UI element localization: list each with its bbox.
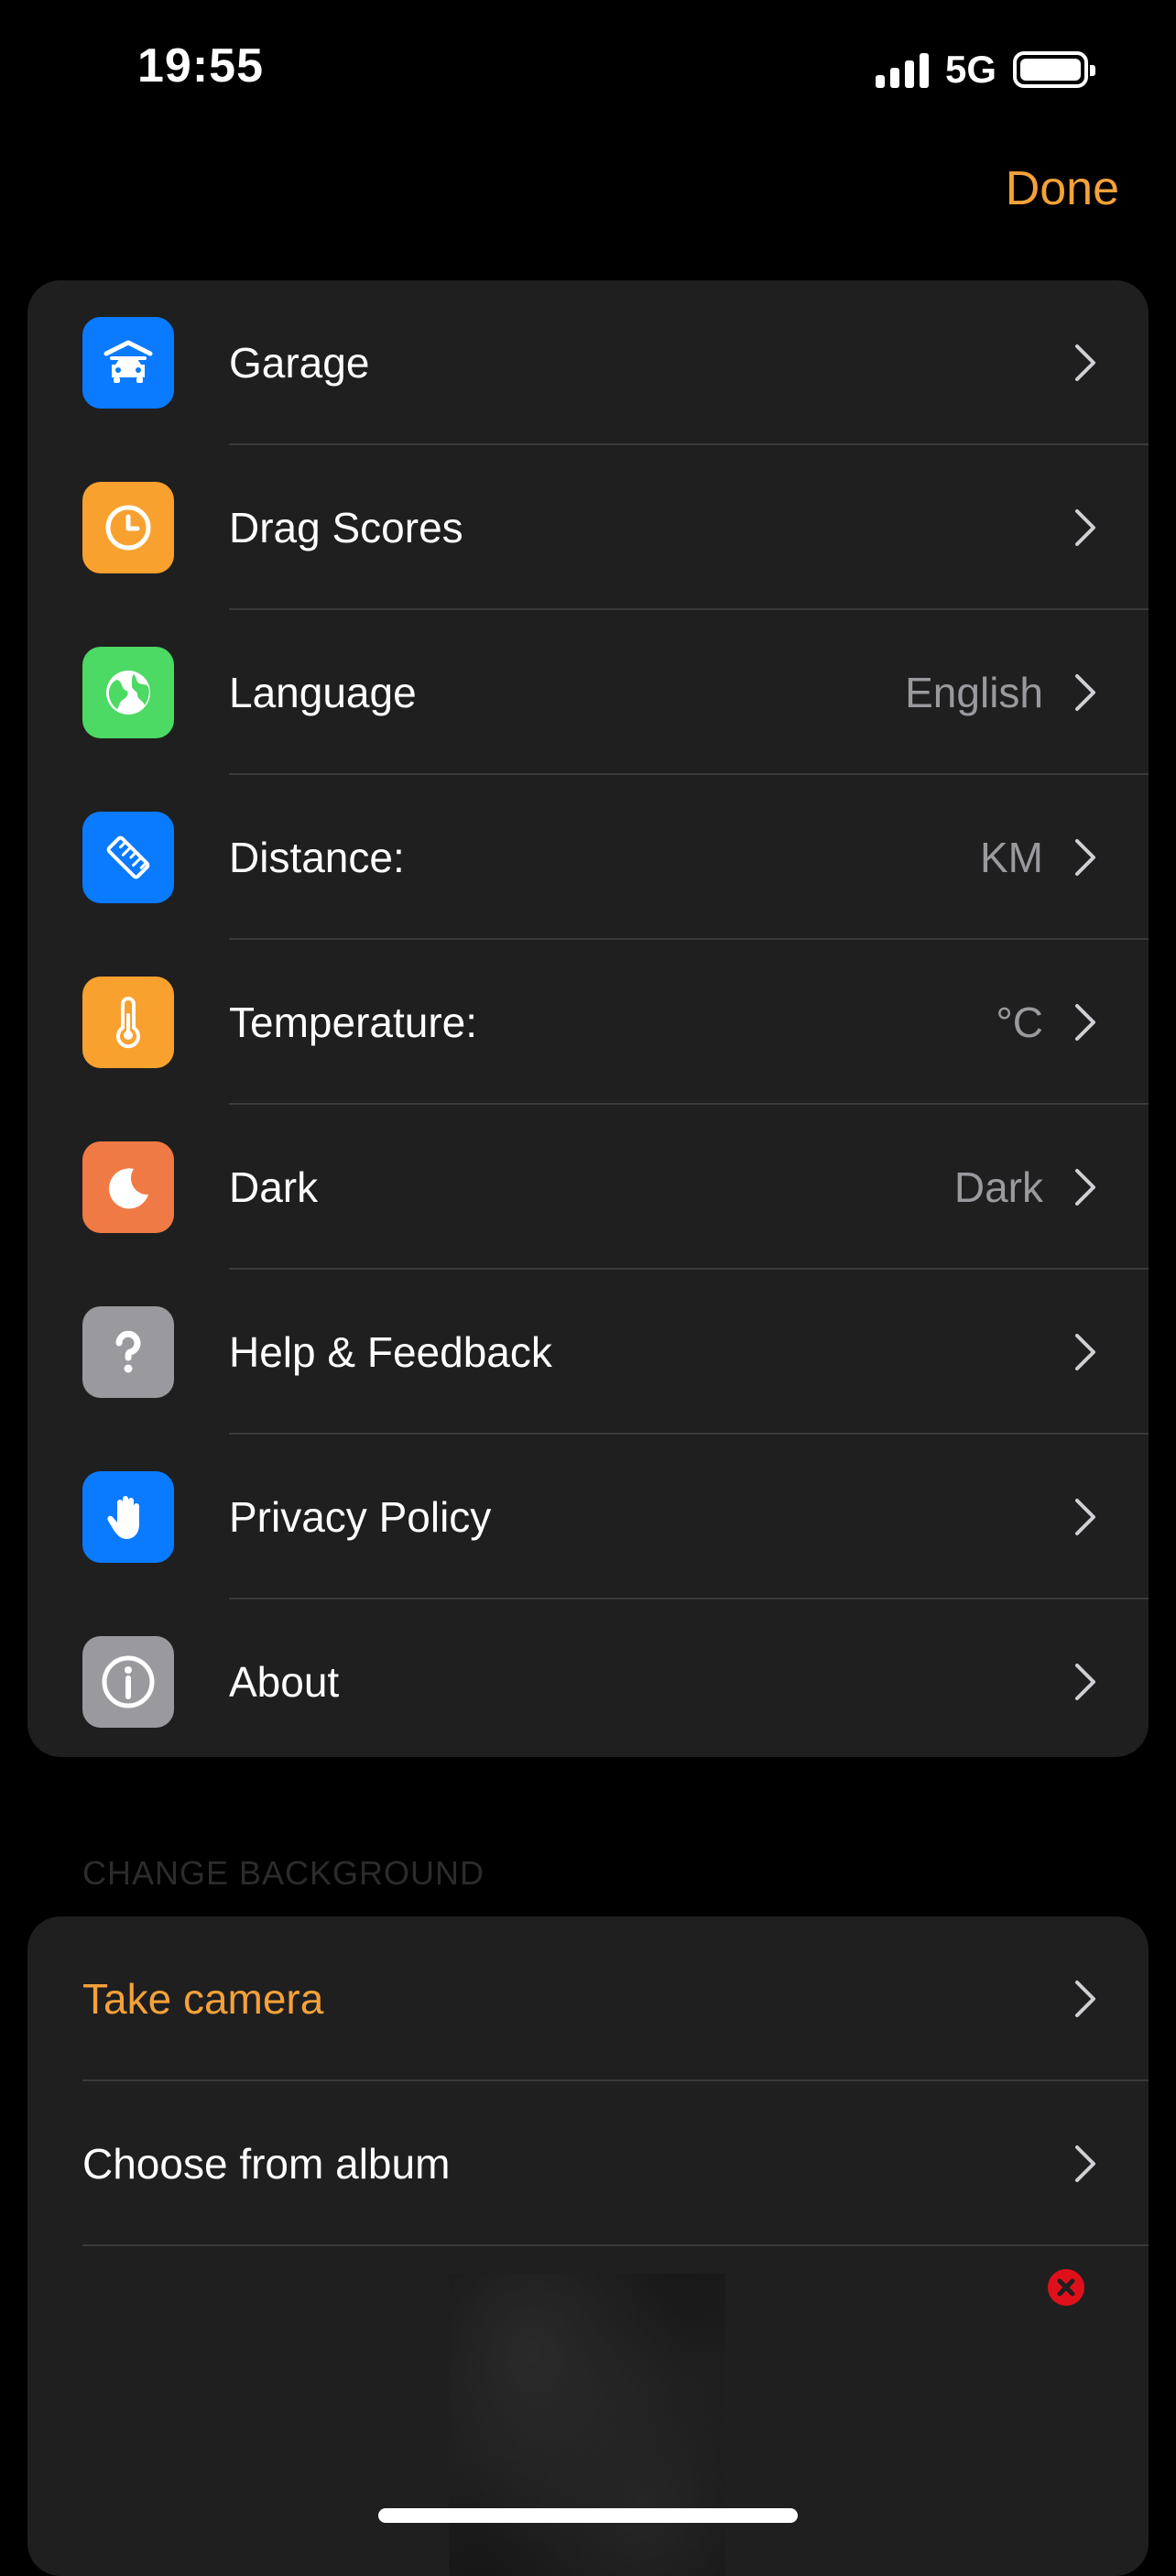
ruler-icon xyxy=(82,812,174,903)
settings-row-value: Dark xyxy=(953,1163,1043,1211)
chevron-right-icon xyxy=(1075,1169,1095,1206)
cellular-signal-icon xyxy=(875,51,929,88)
settings-row-help-feedback[interactable]: Help & Feedback xyxy=(27,1270,1149,1435)
question-icon xyxy=(82,1306,174,1398)
settings-row-value: English xyxy=(905,669,1043,716)
settings-row-temperature[interactable]: Temperature: °C xyxy=(27,940,1149,1105)
settings-list: Garage Drag Scores Language English Dist… xyxy=(27,280,1149,1757)
settings-row-label: Distance: xyxy=(229,834,405,881)
info-icon xyxy=(82,1636,174,1728)
section-header-change-background: CHANGE BACKGROUND xyxy=(82,1854,485,1892)
settings-row-label: Garage xyxy=(229,339,370,387)
settings-row-label: Language xyxy=(229,669,417,716)
car-garage-icon xyxy=(82,317,174,409)
done-button[interactable]: Done xyxy=(1006,161,1119,216)
background-preview-image[interactable] xyxy=(449,2274,725,2576)
settings-row-garage[interactable]: Garage xyxy=(27,280,1149,445)
take-camera-row[interactable]: Take camera xyxy=(27,1916,1149,2081)
chevron-right-icon xyxy=(1075,674,1095,711)
status-bar: 19:55 5G xyxy=(0,0,1176,137)
settings-row-about[interactable]: About xyxy=(27,1599,1149,1757)
status-time: 19:55 xyxy=(137,39,264,93)
globe-icon xyxy=(82,647,174,738)
chevron-right-icon xyxy=(1075,344,1095,381)
settings-row-language[interactable]: Language English xyxy=(27,610,1149,775)
choose-from-album-row[interactable]: Choose from album xyxy=(27,2081,1149,2246)
settings-row-value: KM xyxy=(980,834,1043,881)
settings-row-label: Temperature: xyxy=(229,999,478,1046)
chevron-right-icon xyxy=(1075,1664,1095,1700)
remove-background-icon[interactable] xyxy=(1047,2268,1085,2307)
chevron-right-icon xyxy=(1075,509,1095,546)
background-preview-area xyxy=(27,2246,1149,2576)
network-type: 5G xyxy=(944,48,996,91)
chevron-right-icon xyxy=(1075,2145,1095,2182)
clock-icon xyxy=(82,482,174,573)
settings-row-privacy-policy[interactable]: Privacy Policy xyxy=(27,1435,1149,1599)
status-indicators: 5G xyxy=(875,48,1095,92)
background-options-list: Take camera Choose from album xyxy=(27,1916,1149,2576)
settings-row-label: Help & Feedback xyxy=(229,1328,552,1376)
chevron-right-icon xyxy=(1075,1499,1095,1535)
chevron-right-icon xyxy=(1075,1981,1095,2017)
settings-row-distance[interactable]: Distance: KM xyxy=(27,775,1149,940)
settings-row-drag-scores[interactable]: Drag Scores xyxy=(27,445,1149,610)
settings-row-dark[interactable]: Dark Dark xyxy=(27,1105,1149,1270)
settings-row-label: Dark xyxy=(229,1163,319,1211)
battery-fill xyxy=(1020,59,1081,81)
take-camera-label: Take camera xyxy=(82,1975,324,2023)
chevron-right-icon xyxy=(1075,1334,1095,1370)
battery-icon xyxy=(1013,51,1095,88)
hand-icon xyxy=(82,1471,174,1563)
settings-row-label: About xyxy=(229,1658,340,1706)
chevron-right-icon xyxy=(1075,839,1095,876)
chevron-right-icon xyxy=(1075,1004,1095,1041)
moon-icon xyxy=(82,1141,174,1233)
thermometer-icon xyxy=(82,977,174,1068)
choose-from-album-label: Choose from album xyxy=(82,2140,451,2188)
home-indicator xyxy=(378,2508,798,2523)
settings-row-label: Privacy Policy xyxy=(229,1493,492,1541)
settings-row-value: °C xyxy=(996,999,1043,1046)
settings-row-label: Drag Scores xyxy=(229,504,463,551)
